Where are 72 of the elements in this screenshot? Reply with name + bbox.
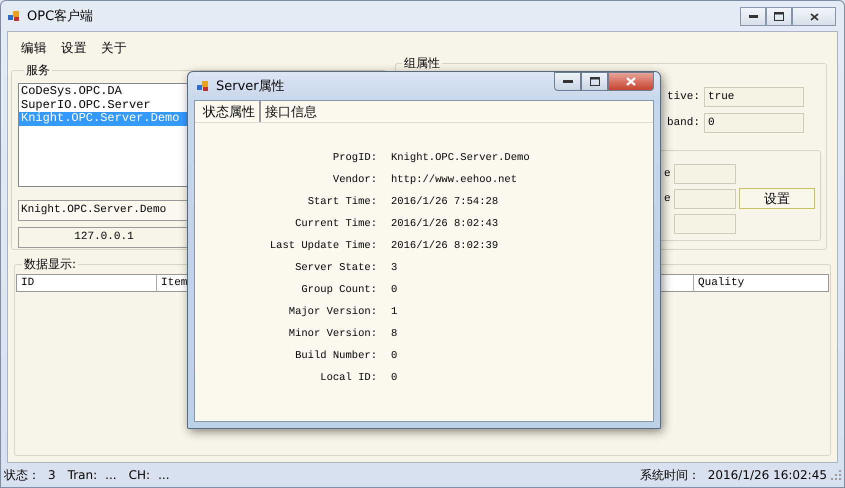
server-field[interactable]: Knight.OPC.Server.Demo bbox=[18, 200, 187, 221]
column-header[interactable]: ID bbox=[17, 275, 157, 291]
maximize-icon bbox=[774, 12, 784, 21]
property-label: Current Time: bbox=[294, 217, 377, 232]
maximize-icon bbox=[590, 77, 600, 86]
close-button[interactable] bbox=[792, 7, 836, 26]
column-header[interactable]: Quality bbox=[693, 275, 828, 291]
status-value: ... bbox=[105, 468, 117, 482]
input-field[interactable] bbox=[674, 188, 736, 208]
property-label: Minor Version: bbox=[288, 327, 377, 342]
status-label: Tran: bbox=[68, 468, 98, 482]
app-icon bbox=[7, 9, 21, 23]
field-label: band: bbox=[666, 117, 700, 129]
group-label: 服务 bbox=[25, 62, 51, 79]
field-label: tive: bbox=[666, 91, 700, 103]
property-value: 3 bbox=[391, 261, 398, 276]
input-field[interactable]: 0 bbox=[704, 113, 804, 133]
maximize-button[interactable] bbox=[581, 72, 608, 91]
close-icon bbox=[626, 77, 636, 86]
status-label: CH: bbox=[128, 468, 150, 482]
close-button[interactable] bbox=[608, 72, 654, 91]
property-label: Build Number: bbox=[294, 349, 377, 364]
property-label: Vendor: bbox=[332, 173, 377, 188]
dialog-title: Server属性 bbox=[216, 78, 285, 95]
property-label: Group Count: bbox=[300, 283, 377, 298]
minimize-icon bbox=[562, 80, 572, 84]
menu-item[interactable]: 设置 bbox=[54, 38, 94, 58]
menu-item[interactable]: 编辑 bbox=[14, 38, 54, 58]
minimize-button[interactable] bbox=[554, 72, 581, 91]
group-label: 数据显示: bbox=[23, 256, 78, 273]
status-label: 状态： bbox=[4, 466, 40, 484]
property-label: ProgID: bbox=[332, 151, 377, 166]
property-value: 2016/1/26 7:54:28 bbox=[391, 195, 500, 210]
window-title: OPC客户端 bbox=[27, 8, 94, 25]
minimize-button[interactable] bbox=[740, 7, 766, 26]
menu-item[interactable]: 关于 bbox=[94, 38, 134, 58]
property-label: Major Version: bbox=[288, 305, 377, 320]
field-label: e bbox=[664, 168, 671, 180]
property-value: Knight.OPC.Server.Demo bbox=[391, 151, 530, 166]
list-item[interactable]: CoDeSys.OPC.DA bbox=[19, 85, 122, 98]
input-field[interactable] bbox=[674, 164, 736, 184]
tab[interactable]: 接口信息 bbox=[261, 101, 321, 122]
property-value: 8 bbox=[391, 327, 398, 342]
property-value: 0 bbox=[391, 371, 398, 386]
property-value: 2016/1/26 8:02:43 bbox=[391, 217, 500, 232]
maximize-button[interactable] bbox=[766, 7, 792, 26]
close-icon bbox=[810, 12, 818, 20]
property-label: Local ID: bbox=[319, 371, 377, 386]
server-list[interactable]: CoDeSys.OPC.DA SuperIO.OPC.Server Knight.OPC.Server.Demo bbox=[18, 83, 187, 187]
field-label: e bbox=[664, 192, 671, 204]
property-label: Server State: bbox=[294, 261, 377, 276]
column-header[interactable]: Item bbox=[157, 275, 186, 291]
property-value: 0 bbox=[391, 283, 398, 298]
list-item[interactable]: SuperIO.OPC.Server bbox=[19, 98, 151, 112]
minimize-icon bbox=[748, 15, 758, 18]
property-value: 0 bbox=[391, 349, 398, 364]
status-value: ... bbox=[158, 468, 170, 482]
resize-grip-icon[interactable] bbox=[831, 470, 841, 480]
group-label: 组属性 bbox=[403, 55, 441, 72]
input-field[interactable] bbox=[674, 214, 736, 234]
property-label: Start Time: bbox=[306, 195, 377, 210]
property-label: Last Update Time: bbox=[268, 239, 377, 254]
set-button[interactable]: 设置 bbox=[739, 188, 815, 209]
host-field[interactable]: 127.0.0.1 bbox=[18, 227, 187, 248]
property-value: http://www.eehoo.net bbox=[391, 173, 518, 188]
status-label: 系统时间： bbox=[640, 466, 700, 484]
input-field[interactable]: true bbox=[704, 87, 804, 107]
property-value: 1 bbox=[391, 305, 398, 320]
status-value: 3 bbox=[48, 468, 56, 482]
status-value: 2016/1/26 16:02:45 bbox=[708, 468, 827, 482]
app-icon bbox=[196, 79, 210, 93]
property-value: 2016/1/26 8:02:39 bbox=[391, 239, 500, 254]
